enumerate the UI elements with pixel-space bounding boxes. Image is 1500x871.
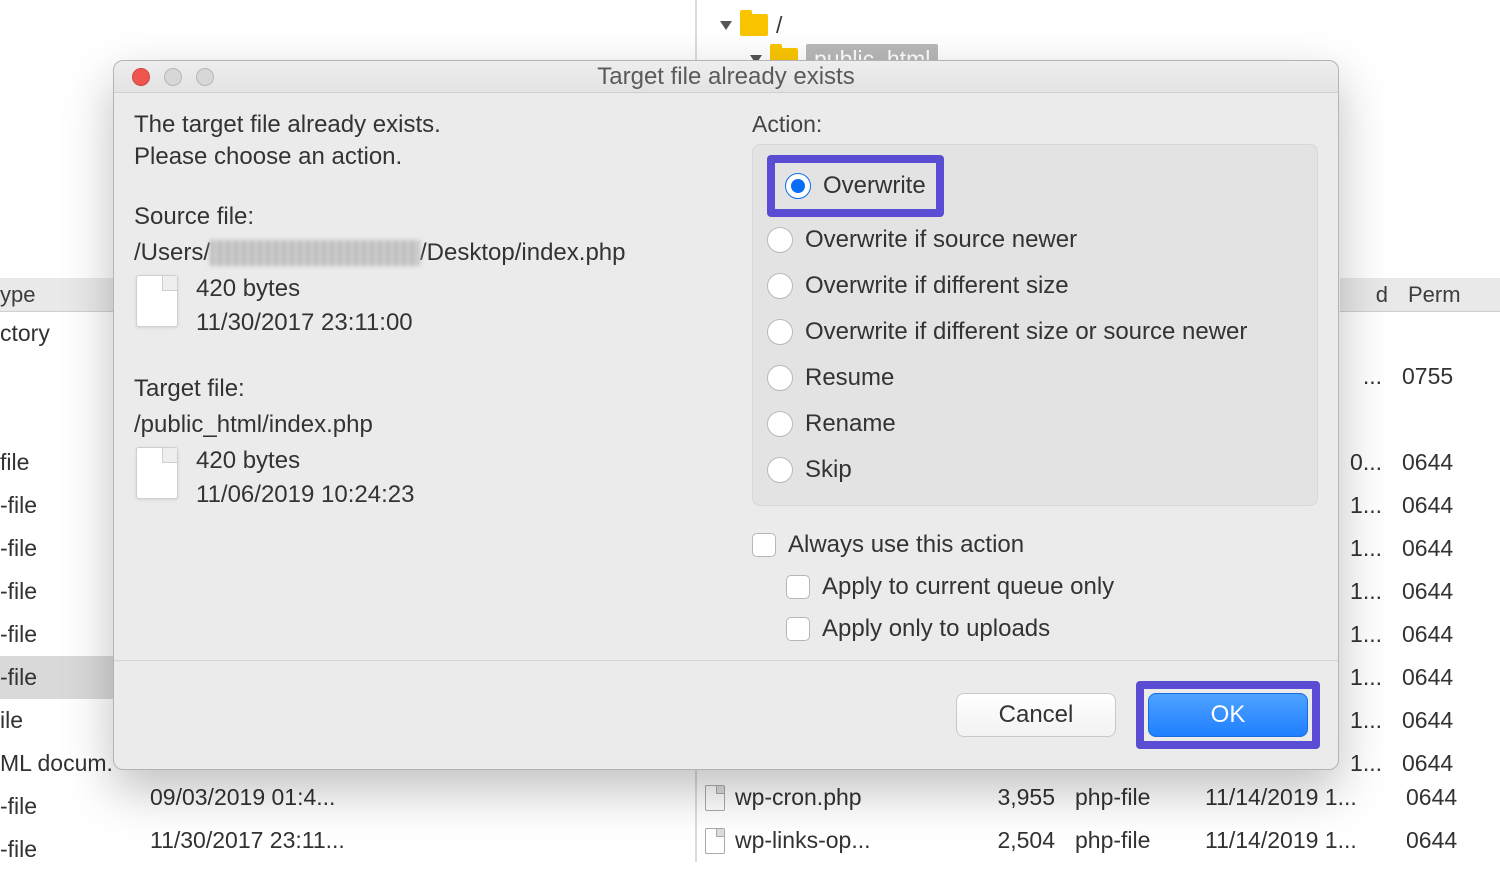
- target-file-label: Target file:: [134, 375, 734, 403]
- list-date: 11/30/2017 23:11...: [150, 819, 345, 862]
- list-item[interactable]: 1...0644: [1340, 570, 1500, 613]
- checkbox-icon[interactable]: [786, 575, 810, 599]
- list-item[interactable]: 0...0644: [1340, 441, 1500, 484]
- checkbox-icon[interactable]: [752, 533, 776, 557]
- radio-rename[interactable]: Rename: [767, 401, 1303, 447]
- remote-file-list-partial: d Perm ...07550...06441...06441...06441.…: [1340, 278, 1500, 785]
- source-file-date: 11/30/2017 23:11:00: [196, 309, 413, 337]
- radio-resume[interactable]: Resume: [767, 355, 1303, 401]
- dialog-footer: Cancel OK: [114, 660, 1338, 769]
- list-item[interactable]: 1...0644: [1340, 613, 1500, 656]
- list-item[interactable]: -file: [0, 484, 113, 527]
- list-item[interactable]: -file: [0, 656, 113, 699]
- radio-icon[interactable]: [785, 173, 811, 199]
- radio-overwrite-diff-size[interactable]: Overwrite if different size: [767, 263, 1303, 309]
- column-header-d[interactable]: d: [1340, 282, 1388, 308]
- file-icon: [136, 275, 178, 327]
- list-item[interactable]: -file: [0, 785, 113, 828]
- column-header-type[interactable]: ype: [0, 278, 113, 312]
- target-file-size: 420 bytes: [196, 447, 414, 475]
- checkbox-current-queue[interactable]: Apply to current queue only: [752, 566, 1318, 608]
- highlight-ok: OK: [1136, 681, 1320, 749]
- radio-icon[interactable]: [767, 227, 793, 253]
- dialog-title: Target file already exists: [114, 63, 1338, 91]
- minimize-window-button: [164, 68, 182, 86]
- list-item[interactable]: ML docum.: [0, 742, 113, 785]
- list-item[interactable]: -file: [0, 613, 113, 656]
- file-icon: [136, 447, 178, 499]
- radio-icon[interactable]: [767, 365, 793, 391]
- radio-overwrite-diff-or-newer[interactable]: Overwrite if different size or source ne…: [767, 309, 1303, 355]
- folder-icon: [740, 14, 768, 36]
- radio-icon[interactable]: [767, 411, 793, 437]
- remote-header-row[interactable]: d Perm: [1340, 278, 1500, 312]
- highlight-overwrite: Overwrite: [767, 155, 944, 217]
- list-item[interactable]: -file: [0, 527, 113, 570]
- redacted-username: [210, 240, 420, 266]
- radio-skip[interactable]: Skip: [767, 447, 1303, 493]
- radio-icon[interactable]: [767, 457, 793, 483]
- checkbox-always[interactable]: Always use this action: [752, 524, 1318, 566]
- local-list-dates: 09/03/2019 01:4... 11/30/2017 23:11...: [150, 776, 345, 862]
- list-item[interactable]: 1...0644: [1340, 527, 1500, 570]
- list-item[interactable]: 1...0644: [1340, 484, 1500, 527]
- local-file-list-partial: ype ctoryfile-file-file-file-file-fileil…: [0, 278, 113, 871]
- file-icon: [705, 785, 725, 811]
- list-item[interactable]: ile: [0, 699, 113, 742]
- list-item[interactable]: ctory: [0, 312, 113, 355]
- disclosure-triangle-icon[interactable]: [720, 21, 732, 30]
- zoom-window-button: [196, 68, 214, 86]
- list-item[interactable]: [0, 355, 113, 398]
- action-radio-group: Overwrite Overwrite if source newer Over…: [752, 144, 1318, 506]
- list-date: 09/03/2019 01:4...: [150, 776, 345, 819]
- list-item[interactable]: [1340, 398, 1500, 441]
- source-file-label: Source file:: [134, 203, 734, 231]
- dialog-message-1: The target file already exists.: [134, 111, 734, 139]
- source-file-size: 420 bytes: [196, 275, 413, 303]
- target-file-path: /public_html/index.php: [134, 411, 734, 439]
- tree-root-row[interactable]: /: [720, 8, 938, 42]
- list-item[interactable]: 1...0644: [1340, 699, 1500, 742]
- dialog-message-2: Please choose an action.: [134, 143, 734, 171]
- source-file-path: /Users/ /Desktop/index.php: [134, 239, 734, 267]
- list-item[interactable]: -file: [0, 570, 113, 613]
- table-row[interactable]: wp-links-op...2,504php-file11/14/2019 1.…: [705, 819, 1457, 862]
- checkbox-uploads-only[interactable]: Apply only to uploads: [752, 608, 1318, 650]
- list-item[interactable]: file: [0, 441, 113, 484]
- radio-icon[interactable]: [767, 319, 793, 345]
- list-item[interactable]: -file: [0, 828, 113, 871]
- file-icon: [705, 828, 725, 854]
- list-item[interactable]: ...0755: [1340, 355, 1500, 398]
- list-item[interactable]: [1340, 312, 1500, 355]
- window-controls: [114, 68, 214, 86]
- list-item[interactable]: 1...0644: [1340, 656, 1500, 699]
- close-window-button[interactable]: [132, 68, 150, 86]
- tree-root-label: /: [776, 12, 782, 39]
- checkbox-icon[interactable]: [786, 617, 810, 641]
- overwrite-dialog: Target file already exists The target fi…: [113, 60, 1339, 770]
- table-row[interactable]: wp-cron.php3,955php-file11/14/2019 1...0…: [705, 776, 1457, 819]
- remote-file-rows: wp-cron.php3,955php-file11/14/2019 1...0…: [705, 776, 1457, 862]
- list-item[interactable]: [0, 398, 113, 441]
- radio-overwrite-newer[interactable]: Overwrite if source newer: [767, 217, 1303, 263]
- cancel-button[interactable]: Cancel: [956, 693, 1116, 737]
- column-header-perm[interactable]: Perm: [1388, 282, 1461, 308]
- ok-button[interactable]: OK: [1148, 693, 1308, 737]
- radio-icon[interactable]: [767, 273, 793, 299]
- target-file-date: 11/06/2019 10:24:23: [196, 481, 414, 509]
- radio-overwrite[interactable]: Overwrite: [785, 163, 926, 209]
- dialog-titlebar: Target file already exists: [114, 61, 1338, 93]
- action-group-label: Action:: [752, 111, 1318, 138]
